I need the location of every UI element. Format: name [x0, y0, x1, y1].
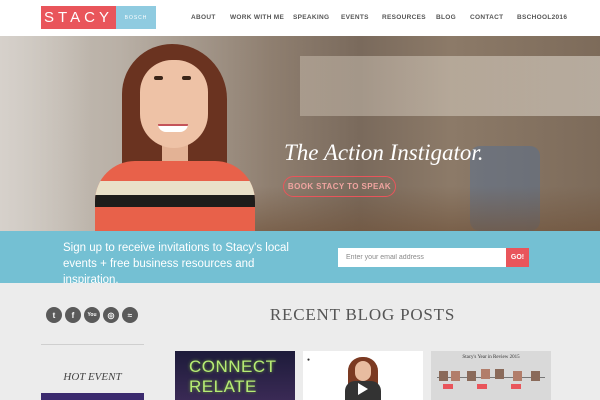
nav-item-work-with-me[interactable]: WORK WITH ME — [230, 14, 284, 21]
post3-title: Stacy's Year in Review 2015 — [462, 355, 520, 360]
sidebar-divider — [41, 344, 144, 345]
portrait-sweater — [95, 161, 255, 231]
hot-event-heading: HOT EVENT — [63, 371, 122, 383]
twitter-icon[interactable]: t — [46, 307, 62, 323]
post1-title-line-2: RELATE — [189, 377, 257, 396]
post3-photo — [531, 371, 540, 381]
post2-portrait-face — [355, 361, 371, 381]
recent-posts-heading: RECENT BLOG POSTS — [269, 305, 456, 324]
nav-item-resources[interactable]: RESOURCES — [382, 14, 426, 21]
newsletter-signup: Sign up to receive invitations to Stacy'… — [0, 231, 600, 286]
nav-item-about[interactable]: ABOUT — [191, 14, 216, 21]
post3-label — [511, 384, 521, 389]
nav-item-contact[interactable]: CONTACT — [470, 14, 503, 21]
hero-banner: The Action Instigator. BOOK STACY TO SPE… — [0, 36, 600, 231]
instagram-icon[interactable]: ◎ — [103, 307, 119, 323]
post3-photo — [467, 371, 476, 381]
post3-photo — [513, 371, 522, 381]
sweater-stripe-cream — [95, 181, 255, 195]
post3-photo — [495, 369, 504, 379]
hero-portrait — [92, 36, 257, 231]
blog-post-thumbnail-3[interactable]: Stacy's Year in Review 2015 — [431, 351, 551, 400]
post3-photo — [451, 371, 460, 381]
portrait-smile — [158, 124, 188, 132]
hero-tagline: The Action Instigator. — [284, 140, 484, 165]
hero-background-window — [300, 56, 600, 116]
nav-item-speaking[interactable]: SPEAKING — [293, 14, 329, 21]
post2-marker-icon: ● — [307, 357, 311, 363]
post3-label — [443, 384, 453, 389]
post3-label — [477, 384, 487, 389]
post3-photo — [439, 371, 448, 381]
portrait-eye-right — [182, 76, 191, 80]
site-header: STACY BOSCH ABOUT WORK WITH ME SPEAKING … — [0, 0, 600, 36]
signup-description: Sign up to receive invitations to Stacy'… — [63, 242, 289, 286]
social-links: t f You ◎ ≈ — [46, 307, 138, 323]
hero-background-left — [0, 36, 90, 231]
youtube-icon[interactable]: You — [84, 307, 100, 323]
portrait-eye-left — [154, 76, 163, 80]
nav-item-blog[interactable]: BLOG — [436, 14, 456, 21]
book-to-speak-button[interactable]: BOOK STACY TO SPEAK — [283, 176, 396, 197]
blog-post-thumbnail-1[interactable]: CONNECT RELATE — [175, 351, 295, 400]
play-icon[interactable] — [358, 383, 368, 395]
post3-photo — [481, 369, 490, 379]
post1-title-line-1: CONNECT — [189, 357, 277, 376]
blog-post-thumbnail-2[interactable]: ● — [303, 351, 423, 400]
rss-icon[interactable]: ≈ — [122, 307, 138, 323]
main-nav: ABOUT WORK WITH ME SPEAKING EVENTS RESOU… — [0, 14, 600, 24]
content-area: t f You ◎ ≈ HOT EVENT RECENT BLOG POSTS … — [0, 283, 600, 400]
signup-submit-button[interactable]: GO! — [506, 248, 529, 267]
nav-item-bschool2016[interactable]: BSCHOOL2016 — [517, 14, 567, 21]
nav-item-events[interactable]: EVENTS — [341, 14, 369, 21]
portrait-face — [140, 60, 208, 148]
email-input[interactable] — [338, 248, 506, 267]
facebook-icon[interactable]: f — [65, 307, 81, 323]
hot-event-image[interactable] — [41, 393, 144, 400]
sweater-stripe-black — [95, 195, 255, 207]
